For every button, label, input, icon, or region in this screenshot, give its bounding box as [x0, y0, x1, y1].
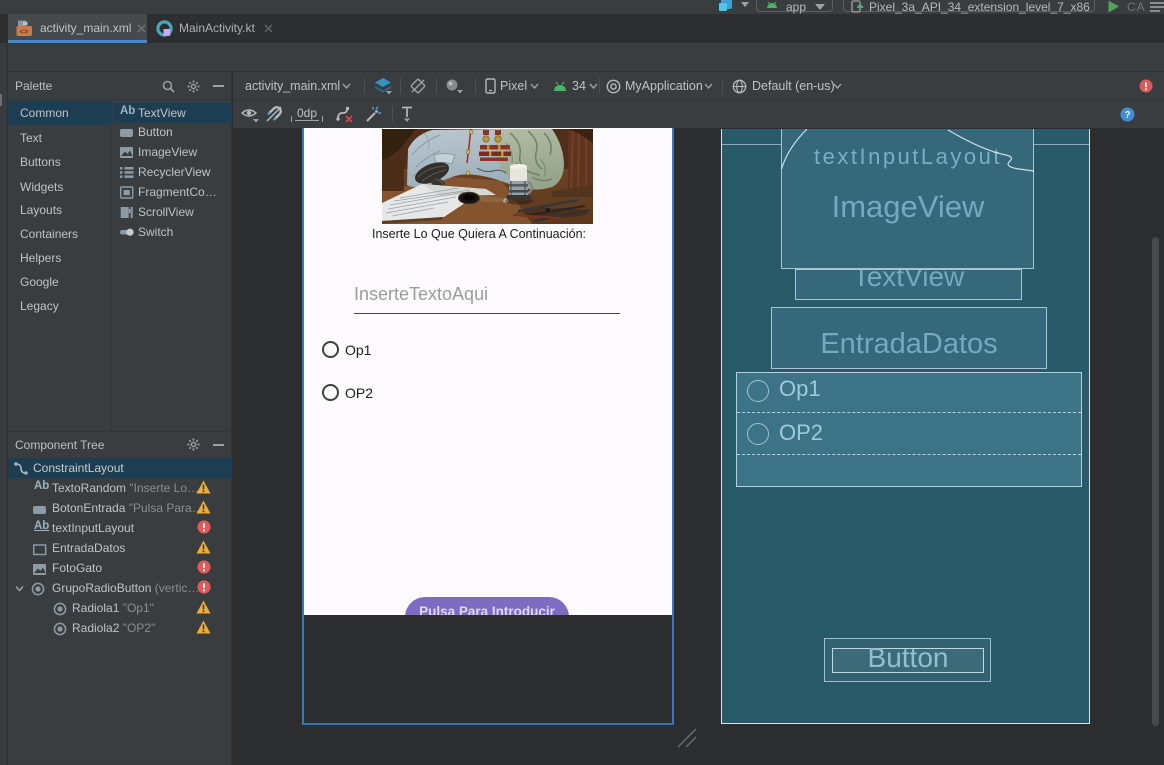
svg-text:<>: <> [20, 27, 29, 36]
svg-text:?: ? [1124, 110, 1130, 121]
